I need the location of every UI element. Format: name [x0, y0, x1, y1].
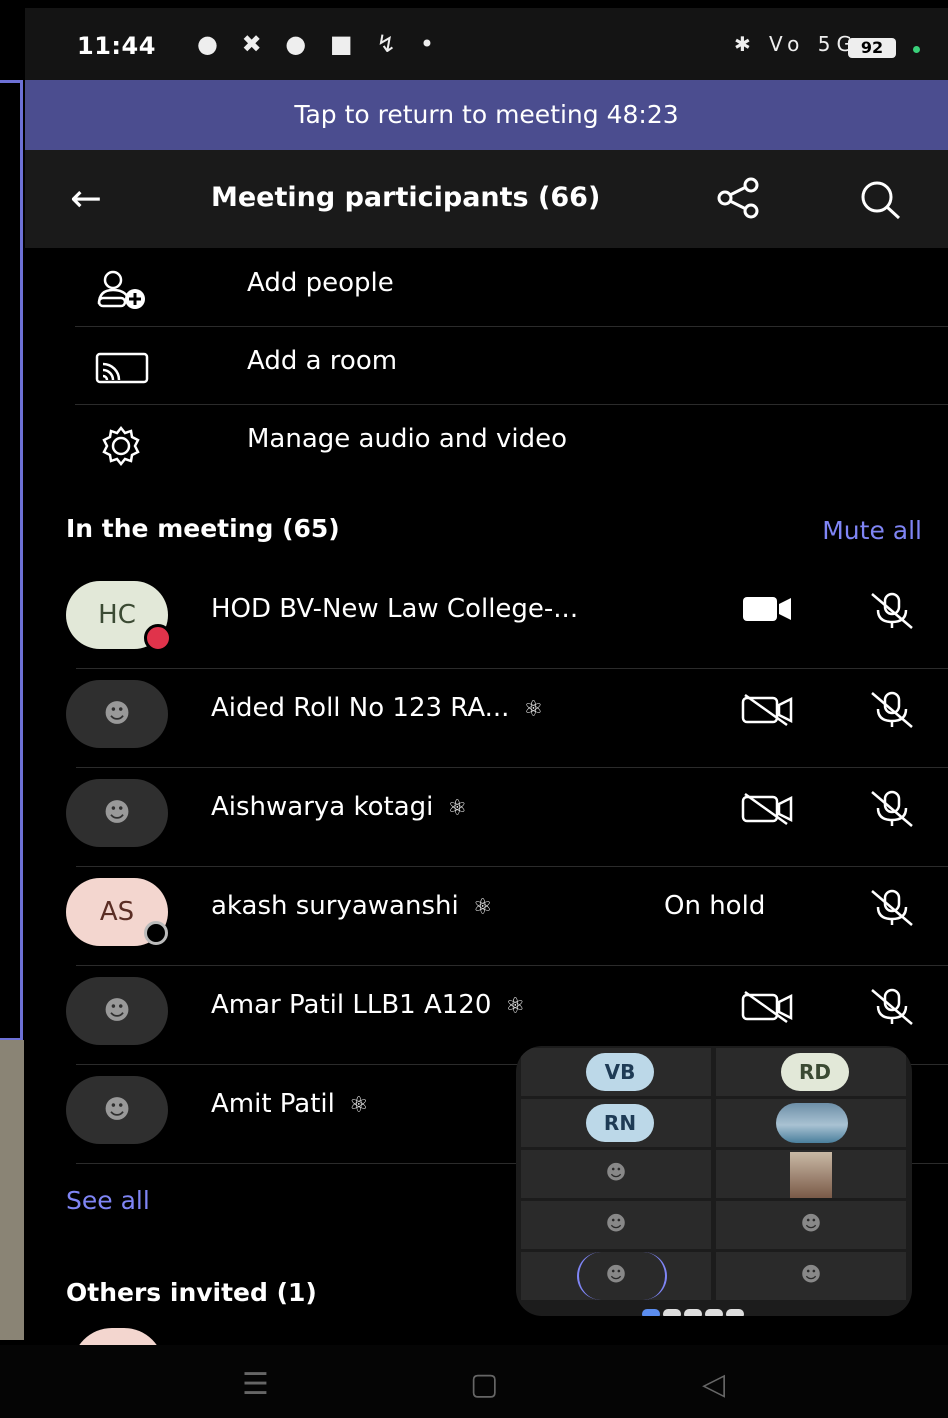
gallery-tile: ☻ — [521, 1201, 711, 1249]
background-video-edge — [0, 1040, 24, 1340]
back-arrow-icon[interactable]: ← — [70, 176, 102, 220]
status-bar: 11:44 ● ✖ ● ■ ↯ • ✱ Vo 5G 92 — [25, 8, 948, 80]
gallery-tile: ☻ — [716, 1201, 906, 1249]
gallery-tile: RN — [521, 1099, 711, 1147]
participant-row[interactable]: ☻ Aided Roll No 123 RA... ⚛ — [66, 669, 948, 768]
video-thumbnail — [776, 1103, 848, 1143]
avatar: RN — [586, 1104, 654, 1142]
participant-row[interactable]: AS akash suryawanshi ⚛ On hold — [66, 867, 948, 966]
camera-off-icon — [741, 693, 795, 731]
camera-off-icon — [741, 990, 795, 1028]
add-people-row[interactable]: Add people — [75, 248, 948, 327]
page-dot[interactable] — [663, 1309, 681, 1316]
privacy-dot-icon — [913, 46, 920, 53]
avatar-placeholder-icon: ☻ — [605, 1160, 627, 1184]
presence-offline-icon — [144, 921, 168, 945]
participant-name: Amar Patil LLB1 A120 ⚛ — [211, 990, 526, 1020]
guest-icon: ⚛ — [472, 895, 493, 920]
participant-row[interactable]: HC HOD BV-New Law College-... — [66, 570, 948, 669]
see-all-link[interactable]: See all — [66, 1186, 150, 1215]
menu-label: Add a room — [247, 346, 398, 376]
avatar-placeholder-icon: ☻ — [605, 1211, 627, 1235]
gear-icon — [95, 424, 140, 467]
gallery-tile: RD — [716, 1048, 906, 1096]
camera-on-icon — [741, 594, 795, 628]
page-dot[interactable] — [684, 1309, 702, 1316]
avatar-placeholder-icon: ☻ — [800, 1211, 822, 1235]
page-indicator — [642, 1304, 747, 1316]
page-dot[interactable] — [705, 1309, 723, 1316]
others-invited-heading: Others invited (1) — [66, 1278, 317, 1307]
menu-label: Add people — [247, 268, 394, 298]
avatar-placeholder-icon: ☻ — [66, 977, 168, 1045]
network-icons: ✱ Vo 5G — [733, 32, 858, 56]
avatar: VB — [586, 1053, 654, 1091]
page-title: Meeting participants (66) — [211, 182, 601, 213]
mic-off-icon[interactable] — [866, 590, 918, 634]
battery-icon: 92 — [848, 38, 896, 58]
participant-row[interactable]: ☻ Aishwarya kotagi ⚛ — [66, 768, 948, 867]
guest-icon: ⚛ — [523, 697, 544, 722]
gallery-tile: VB — [521, 1048, 711, 1096]
guest-icon: ⚛ — [447, 796, 468, 821]
gallery-tile: ☻ — [716, 1252, 906, 1300]
gallery-tile — [716, 1150, 906, 1198]
cast-room-icon — [95, 346, 149, 386]
menu-label: Manage audio and video — [247, 424, 568, 454]
avatar-placeholder-icon: ☻ — [605, 1262, 627, 1286]
notification-icons: ● ✖ ● ■ ↯ • — [197, 30, 443, 58]
add-room-row[interactable]: Add a room — [75, 326, 948, 405]
add-person-icon — [95, 268, 145, 309]
participant-name: akash suryawanshi ⚛ — [211, 891, 493, 921]
video-thumbnail — [790, 1152, 832, 1198]
mic-off-icon[interactable] — [866, 986, 918, 1030]
on-hold-status: On hold — [664, 891, 766, 921]
participant-name: Aishwarya kotagi ⚛ — [211, 792, 468, 822]
page-dot[interactable] — [726, 1309, 744, 1316]
presence-busy-icon — [144, 624, 172, 652]
guest-icon: ⚛ — [348, 1093, 369, 1118]
system-nav-bar: ☰ ▢ ◁ — [0, 1345, 948, 1418]
search-icon[interactable] — [857, 178, 905, 226]
gallery-tile: ☻ — [521, 1252, 711, 1300]
avatar-placeholder-icon: ☻ — [800, 1262, 822, 1286]
gallery-tile — [716, 1099, 906, 1147]
mic-off-icon[interactable] — [866, 887, 918, 931]
status-time: 11:44 — [77, 32, 156, 60]
avatar-placeholder-icon: ☻ — [66, 1076, 168, 1144]
participant-name: Amit Patil ⚛ — [211, 1089, 369, 1119]
return-to-meeting-banner[interactable]: Tap to return to meeting 48:23 — [25, 80, 948, 150]
gallery-tile: ☻ — [521, 1150, 711, 1198]
participant-name: Aided Roll No 123 RA... ⚛ — [211, 693, 544, 723]
avatar: RD — [781, 1053, 849, 1091]
guest-icon: ⚛ — [505, 994, 526, 1019]
video-gallery-overlay[interactable]: VB RD RN ☻ ☻ ☻ ☻ ☻ — [516, 1046, 912, 1316]
menu-icon[interactable]: ☰ — [242, 1367, 269, 1402]
mic-off-icon[interactable] — [866, 788, 918, 832]
manage-audio-video-row[interactable]: Manage audio and video — [75, 404, 948, 482]
camera-off-icon — [741, 792, 795, 830]
share-icon[interactable] — [715, 176, 763, 224]
app-header: ← Meeting participants (66) — [25, 150, 948, 248]
avatar-placeholder-icon: ☻ — [66, 680, 168, 748]
page-dot[interactable] — [642, 1309, 660, 1316]
in-meeting-heading: In the meeting (65) — [66, 514, 340, 543]
mute-all-button[interactable]: Mute all — [822, 516, 922, 545]
mic-off-icon[interactable] — [866, 689, 918, 733]
home-icon[interactable]: ▢ — [470, 1367, 498, 1402]
background-window-edge — [0, 80, 23, 1041]
back-icon[interactable]: ◁ — [702, 1367, 725, 1402]
participant-name: HOD BV-New Law College-... — [211, 594, 579, 624]
avatar-placeholder-icon: ☻ — [66, 779, 168, 847]
